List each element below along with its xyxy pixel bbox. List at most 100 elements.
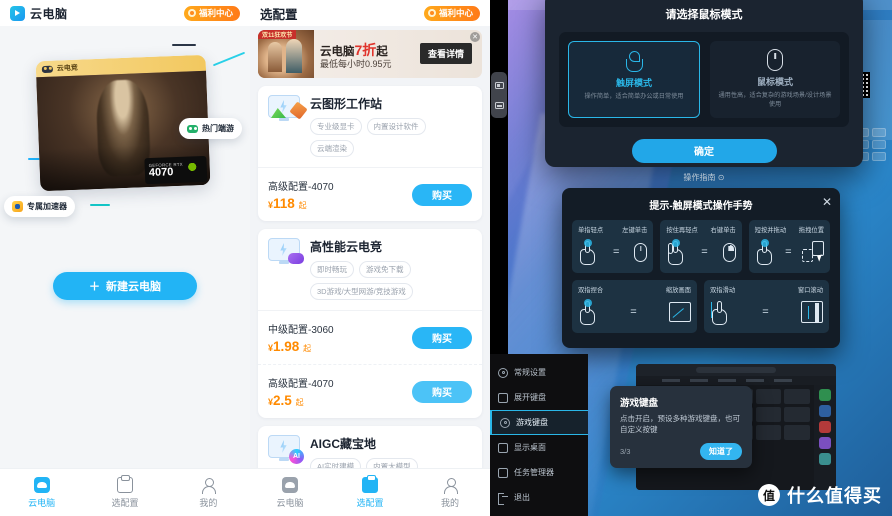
tooltip-step-index: 3/3: [620, 447, 631, 456]
buy-button[interactable]: 购买: [412, 380, 472, 403]
close-icon[interactable]: ✕: [822, 196, 832, 208]
gesture-result: 右键单击: [710, 227, 736, 234]
gesture-name: 按住再轻点: [666, 227, 698, 234]
deco-dash: [172, 44, 196, 46]
aigc-icon: AI: [268, 435, 304, 465]
tab-select-config-label: 选配置: [356, 497, 384, 508]
brand-name: 云电脑: [30, 6, 68, 21]
product-tag: 内置设计软件: [366, 118, 426, 135]
gesture-card: 单指轻点 左键单击 =: [572, 220, 654, 273]
promo-corner-tag: 双11狂欢节: [258, 30, 297, 39]
settings-side-menu: 常规设置 展开键盘 游戏键盘 显示桌面 任务管理器 退出: [490, 354, 588, 516]
left-app-body: 云电竞 GEFORCE RTX 4070 热门端游 专属加速器 ＋ 新建云电脑: [0, 26, 250, 468]
gesture-card: 短按并拖动 拖拽位置 =: [748, 220, 830, 273]
cloud-pc-icon: [282, 476, 298, 493]
product-title: 云图形工作站: [310, 97, 383, 111]
drag-document-icon: [801, 241, 824, 263]
plus-icon: ＋: [89, 281, 100, 293]
config-price: ¥2.5 起: [268, 393, 412, 408]
welfare-center-label: 福利中心: [438, 8, 473, 18]
remote-desktop-panel: 请选择鼠标模式 触屏模式 操作简单，适合简单办公或日常使用 鼠标模式 通用性高，…: [490, 0, 892, 516]
product-tag: 专业级显卡: [310, 118, 362, 135]
buy-button[interactable]: 购买: [412, 326, 472, 349]
menu-item-show-desktop[interactable]: 显示桌面: [490, 435, 588, 460]
two-finger-swipe-icon: [710, 299, 730, 325]
promo-banner[interactable]: 双11狂欢节 云电脑7折起 最低每小时0.95元 查看详情 ✕: [258, 30, 482, 78]
welfare-center-badge[interactable]: 福利中心: [183, 5, 240, 21]
promo-headline-discount: 7折: [354, 42, 377, 58]
mouse-right-click-icon: [722, 242, 736, 262]
create-cloud-pc-label: 新建云电脑: [106, 281, 161, 293]
product-tag: 云端渲染: [310, 140, 354, 157]
gesture-name: 双指捏合: [578, 287, 604, 294]
ai-badge: AI: [289, 449, 304, 464]
product-tag: AI实时建模: [310, 458, 362, 468]
tab-cloud-pc-label: 云电脑: [28, 497, 56, 508]
product-tag: 游戏免下载: [359, 261, 411, 278]
cloud-gaming-icon: [268, 238, 304, 268]
exit-icon: [498, 492, 508, 505]
gesture-name: 双指滑动: [710, 287, 736, 294]
menu-item-exit-label: 退出: [514, 493, 530, 502]
tab-mine[interactable]: 我的: [410, 469, 490, 516]
config-list-scroll[interactable]: 双11狂欢节 云电脑7折起 最低每小时0.95元 查看详情 ✕ 云图形工作站 专…: [250, 26, 490, 468]
equals-sign: =: [701, 246, 708, 258]
close-icon[interactable]: ✕: [470, 32, 480, 42]
gear-icon: [498, 367, 508, 378]
menu-item-show-desktop-label: 显示桌面: [514, 443, 546, 452]
keyboard-icon[interactable]: [494, 101, 504, 109]
menu-item-task-manager[interactable]: 任务管理器: [490, 460, 588, 485]
tab-cloud-pc[interactable]: 云电脑: [250, 469, 330, 516]
equals-sign: =: [785, 246, 792, 258]
product-card-header: AI AIGC藏宝地 AI实时建模 内置大模型: [258, 426, 482, 468]
mode-option-touch-label: 触屏模式: [615, 78, 652, 88]
product-card-header: 高性能云电竞 即时畅玩 游戏免下载 3D游戏/大型网游/竞技游戏: [258, 229, 482, 311]
price-suffix: 起: [303, 344, 312, 353]
menu-item-expand-keyboard-label: 展开键盘: [514, 393, 546, 402]
deco-dash: [212, 51, 246, 67]
mode-option-mouse[interactable]: 鼠标模式 通用性高，适合复杂的游戏场景/设计场景使用: [710, 41, 840, 118]
menu-item-general-settings[interactable]: 常规设置: [490, 360, 588, 385]
brand-logo-icon: [10, 5, 25, 21]
touch-hand-icon: [623, 50, 645, 72]
config-price: ¥118 起: [268, 196, 412, 211]
product-title: AIGC藏宝地: [310, 437, 377, 451]
watermark: 值 什么值得买: [758, 482, 882, 508]
tab-select-config[interactable]: 选配置: [330, 469, 410, 516]
equals-sign: =: [630, 306, 637, 318]
window-scroll-icon: [801, 301, 823, 323]
page-title: 选配置: [260, 7, 298, 22]
middle-phone-panel: 选配置 福利中心 双11狂欢节 云电脑7折起 最低每小时0.95元 查看详情 ✕: [250, 0, 490, 516]
promo-subline: 最低每小时0.95元: [320, 59, 392, 69]
tab-cloud-pc-label: 云电脑: [276, 497, 304, 508]
product-title: 高性能云电竞: [310, 240, 383, 254]
menu-item-game-keyboard[interactable]: 游戏键盘: [490, 410, 588, 435]
floating-toolbar[interactable]: [491, 72, 507, 118]
left-app-header: 云电脑 福利中心: [0, 0, 250, 26]
operation-guide-link[interactable]: 操作指南 ⊙: [545, 172, 863, 183]
tab-cloud-pc[interactable]: 云电脑: [0, 469, 83, 516]
menu-item-expand-keyboard[interactable]: 展开键盘: [490, 385, 588, 410]
confirm-button[interactable]: 确定: [631, 138, 777, 163]
gamepad-icon: [187, 124, 198, 133]
buy-button[interactable]: 购买: [412, 183, 472, 206]
tab-mine[interactable]: 我的: [167, 469, 250, 516]
product-card: AI AIGC藏宝地 AI实时建模 内置大模型 顶级配置-4090 ¥128 起: [258, 426, 482, 468]
menu-item-exit[interactable]: 退出: [490, 485, 588, 510]
hero-bubble-hot-label: 热门端游: [202, 124, 234, 133]
gesture-result: 左键单击: [622, 227, 648, 234]
promo-cta-button[interactable]: 查看详情: [419, 43, 472, 64]
product-tags: 专业级显卡 内置设计软件 云端渲染: [310, 118, 472, 157]
price-value: 2.5: [273, 393, 292, 408]
tab-mine-label: 我的: [199, 497, 218, 508]
mouse-icon: [767, 49, 783, 71]
mode-option-touch[interactable]: 触屏模式 操作简单，适合简单办公或日常使用: [568, 41, 700, 118]
gesture-card: 双指滑动 窗口滚动 =: [704, 280, 829, 333]
tooltip-confirm-button[interactable]: 知道了: [700, 443, 742, 460]
tab-select-config[interactable]: 选配置: [83, 469, 166, 516]
welfare-center-badge[interactable]: 福利中心: [423, 5, 480, 21]
layout-icon[interactable]: [494, 81, 504, 89]
create-cloud-pc-button[interactable]: ＋ 新建云电脑: [53, 272, 197, 300]
product-card: 云图形工作站 专业级显卡 内置设计软件 云端渲染 高级配置-4070 ¥118 …: [258, 86, 482, 221]
config-row: 高级配置-4070 ¥2.5 起 购买: [258, 364, 482, 418]
